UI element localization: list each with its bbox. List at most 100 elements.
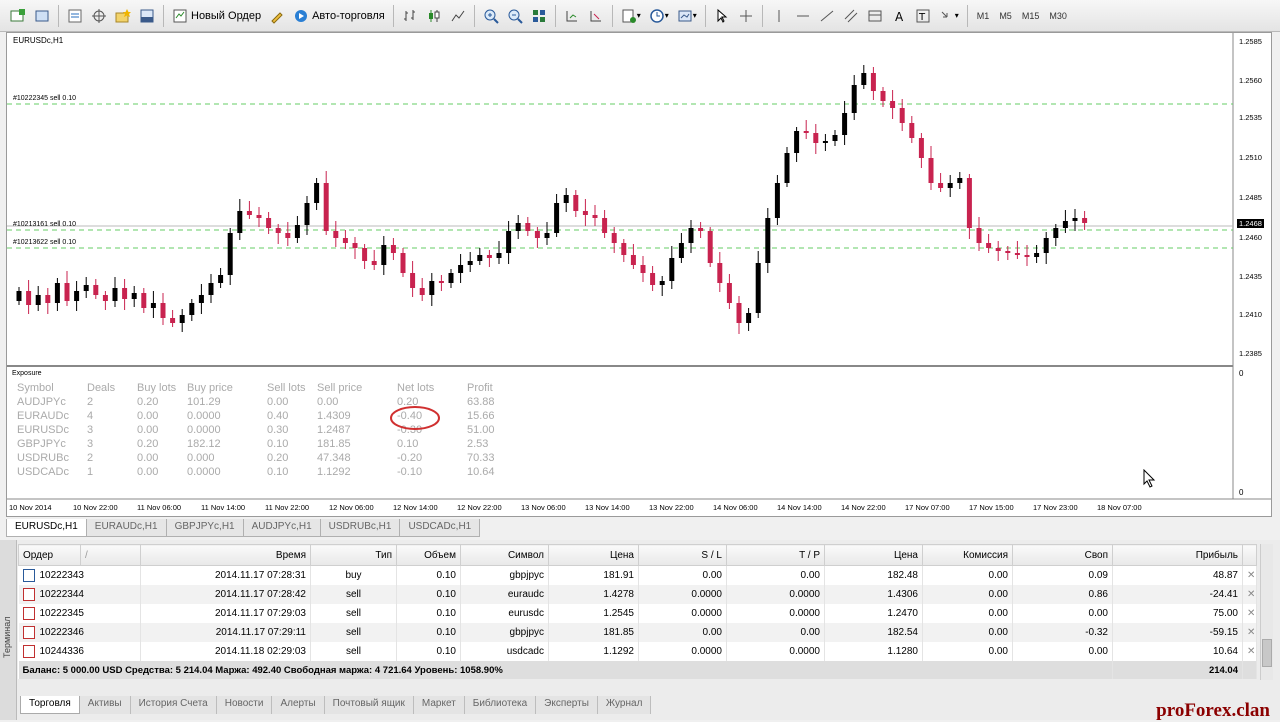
candle-body [794,131,800,153]
tab-news[interactable]: Новости [216,696,273,714]
chart-shift-button[interactable] [585,4,607,28]
candle-body [573,195,579,211]
horizontal-line-button[interactable] [792,4,814,28]
order-row[interactable]: 10244336 2014.11.18 02:29:03 sell 0.10 usdca… [18,642,1257,661]
order-id: 10222345 [39,608,85,620]
tab-account-history[interactable]: История Счета [130,696,217,714]
col-price[interactable]: Цена [548,544,639,566]
chart-window[interactable]: EURUSDc,H1 1.2585 1.2560 1.2535 1.2510 1… [6,32,1272,517]
col-tp[interactable]: T / P [726,544,825,566]
profiles-icon [35,10,49,21]
col-profit[interactable]: Прибыль [1112,544,1243,566]
timeframe-m1[interactable]: M1 [972,11,995,21]
close-order-icon[interactable]: ✕ [1242,623,1257,642]
candlestick-button[interactable] [423,4,445,28]
tile-windows-button[interactable] [528,4,550,28]
order-row[interactable]: 10222343 2014.11.17 07:28:31 buy 0.10 gbpjpy… [18,565,1257,585]
col-commission[interactable]: Комиссия [922,544,1013,566]
channel-button[interactable] [840,4,862,28]
terminal-button[interactable] [136,4,158,28]
candle-body [650,273,656,285]
close-order-icon[interactable]: ✕ [1242,604,1257,623]
close-order-icon[interactable]: ✕ [1242,585,1257,604]
crosshair-icon [739,9,752,22]
tab-assets[interactable]: Активы [79,696,131,714]
zoom-in-button[interactable] [480,4,502,28]
tab-mailbox[interactable]: Почтовый ящик [324,696,414,714]
metaeditor-button[interactable] [266,4,288,28]
col-symbol[interactable]: Символ [460,544,549,566]
tab-journal[interactable]: Журнал [597,696,652,714]
candle-body [726,283,732,303]
close-order-icon[interactable]: ✕ [1242,642,1257,661]
indicators-button[interactable]: ▾ [618,4,644,28]
col-current-price[interactable]: Цена [824,544,923,566]
time-label: 17 Nov 15:00 [969,503,1014,512]
trendline-icon [820,10,834,21]
tab-library[interactable]: Библиотека [464,696,537,714]
col-type[interactable]: Тип [310,544,397,566]
order-line-label[interactable]: #10213622 sell 0.10 [13,239,76,246]
text-label-button[interactable]: T [912,4,934,28]
order-cell: 2014.11.17 07:29:03 [140,604,311,623]
candle-body [918,138,924,158]
new-order-button[interactable]: Новый Ордер [169,4,264,28]
order-cell: 181.85 [548,623,639,642]
chart-tab-audjpyc[interactable]: AUDJPYc,H1 [242,519,321,537]
market-watch-button[interactable] [64,4,86,28]
exposure-table: Symbol Deals Buy lots Buy price Sell lot… [17,381,517,479]
col-time[interactable]: Время [140,544,311,566]
timeframe-m5[interactable]: M5 [994,11,1017,21]
new-chart-button[interactable] [7,4,29,28]
col-swap[interactable]: Своп [1012,544,1113,566]
col-sl[interactable]: S / L [638,544,727,566]
tab-experts[interactable]: Эксперты [536,696,598,714]
close-order-icon[interactable]: ✕ [1242,565,1257,585]
orders-scrollbar[interactable] [1260,544,1273,680]
chart-tab-eurusdc[interactable]: EURUSDc,H1 [6,519,87,537]
candle-body [611,233,617,243]
crosshair-button[interactable] [735,4,757,28]
price-label: 1.2535 [1239,113,1262,122]
chart-tab-usdcadc[interactable]: USDCADc,H1 [399,519,481,537]
timeframe-m30[interactable]: M30 [1044,11,1072,21]
vertical-line-button[interactable] [768,4,790,28]
auto-scroll-button[interactable] [561,4,583,28]
auto-trading-button[interactable]: Авто-торговля [290,4,388,28]
periods-button[interactable]: ▾ [646,4,672,28]
exposure-cell: 15.66 [467,410,495,422]
order-row[interactable]: 10222346 2014.11.17 07:29:11 sell 0.10 gbpjp… [18,623,1257,642]
bar-chart-button[interactable] [399,4,421,28]
tab-market[interactable]: Маркет [413,696,465,714]
order-row[interactable]: 10222344 2014.11.17 07:28:42 sell 0.10 eurau… [18,585,1257,604]
chart-tab-euraudc[interactable]: EURAUDc,H1 [85,519,167,537]
navigator-button[interactable] [88,4,110,28]
zoom-out-button[interactable] [504,4,526,28]
candle-body [602,218,608,233]
col-sort[interactable]: / [80,544,141,566]
profiles-button[interactable] [31,4,53,28]
order-line-label[interactable]: #10222345 sell 0.10 [13,95,76,102]
scrollbar-thumb[interactable] [1262,639,1272,667]
tab-trade[interactable]: Торговля [20,696,80,714]
order-line-label[interactable]: #10213161 sell 0.10 [13,221,76,228]
fibonacci-button[interactable] [864,4,886,28]
line-chart-button[interactable] [447,4,469,28]
text-button[interactable]: A [888,4,910,28]
col-order[interactable]: Ордер [18,544,81,566]
timeframe-m15[interactable]: M15 [1017,11,1045,21]
order-id-cell: 10222345 [18,604,141,623]
chart-tab-gbpjpyc[interactable]: GBPJPYc,H1 [165,519,244,537]
exposure-cell: AUDJPYc [17,396,66,408]
candle-body [54,283,60,303]
tile-windows-icon [532,9,545,22]
cursor-button[interactable] [711,4,733,28]
data-window-button[interactable] [112,4,134,28]
templates-button[interactable]: ▾ [674,4,700,28]
chart-tab-usdrubc[interactable]: USDRUBc,H1 [319,519,401,537]
arrows-button[interactable]: ▾ [936,4,962,28]
order-row[interactable]: 10222345 2014.11.17 07:29:03 sell 0.10 eurus… [18,604,1257,623]
trendline-button[interactable] [816,4,838,28]
col-volume[interactable]: Объем [396,544,461,566]
tab-alerts[interactable]: Алерты [272,696,325,714]
